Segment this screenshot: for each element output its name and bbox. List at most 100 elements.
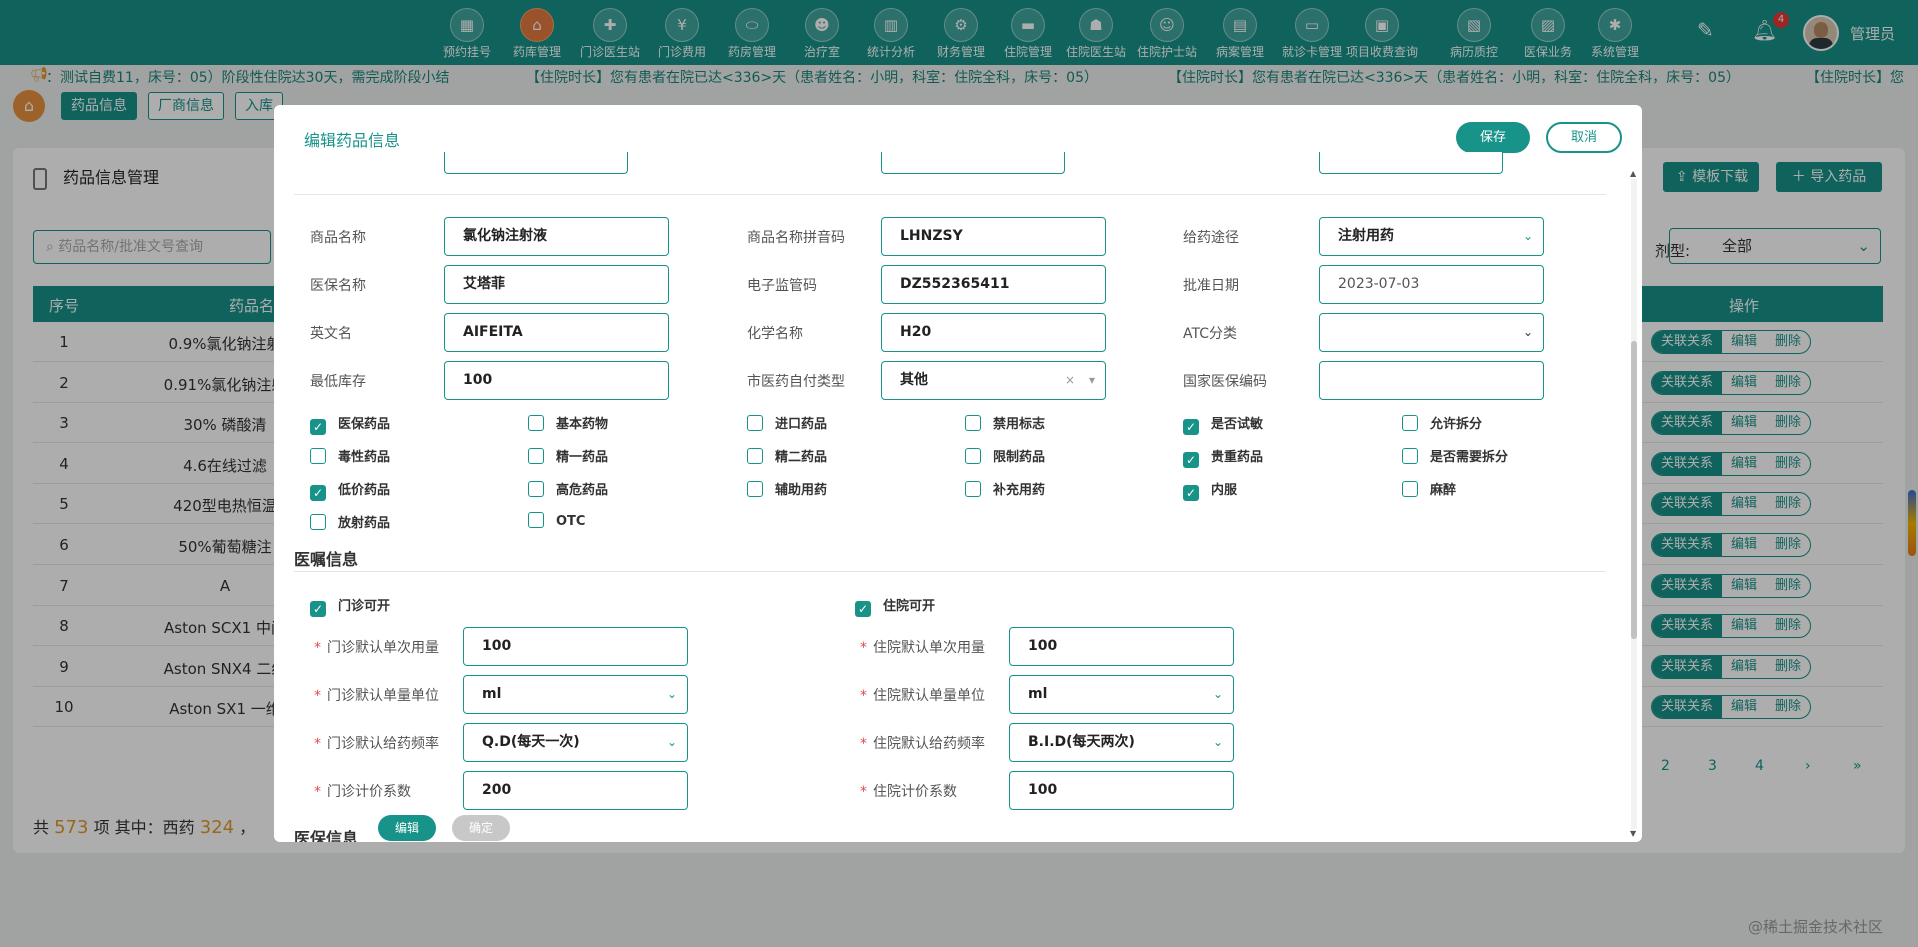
- checkbox-icon: [1402, 415, 1418, 431]
- orders-section-title: 医嘱信息: [294, 550, 359, 569]
- checkbox-label: 进口药品: [775, 417, 828, 432]
- trade-name-input[interactable]: 氯化钠注射液: [444, 217, 669, 256]
- op-price-label: * 门诊计价系数: [314, 784, 411, 800]
- op-price-input[interactable]: 200: [463, 771, 688, 810]
- attribute-checkbox[interactable]: 进口药品: [747, 413, 827, 432]
- checkbox-label: 补充用药: [993, 483, 1046, 498]
- supervision-code-label: 电子监管码: [747, 278, 817, 294]
- checkbox-icon: [528, 481, 544, 497]
- checkbox-label: 是否试敏: [1211, 417, 1264, 432]
- scroll-thumb[interactable]: [1631, 341, 1637, 639]
- edit-drug-modal: 编辑药品信息 保存 取消 商品名称 氯化钠注射液 商品名称拼音码 LHNZSY …: [274, 105, 1642, 842]
- chevron-down-icon: ⌄: [1212, 735, 1223, 749]
- ip-unit-select[interactable]: ml ⌄: [1009, 675, 1234, 714]
- pinyin-input[interactable]: LHNZSY: [881, 217, 1106, 256]
- checkbox-label: 医保药品: [338, 417, 391, 432]
- checkbox-label: 辅助用药: [775, 483, 828, 498]
- pinyin-label: 商品名称拼音码: [747, 230, 845, 246]
- attribute-checkbox[interactable]: 允许拆分: [1402, 413, 1482, 432]
- ip-price-input[interactable]: 100: [1009, 771, 1234, 810]
- self-pay-select[interactable]: 其他 × ▾: [881, 361, 1106, 400]
- checkbox-icon: [747, 481, 763, 497]
- attribute-checkbox[interactable]: 补充用药: [965, 479, 1045, 498]
- attribute-checkbox[interactable]: 麻醉: [1402, 479, 1456, 498]
- supervision-code-input[interactable]: DZ552365411: [881, 265, 1106, 304]
- scrolled-field[interactable]: [881, 152, 1065, 174]
- ip-dose-label: * 住院默认单次用量: [860, 640, 985, 656]
- route-select[interactable]: 注射用药 ⌄: [1319, 217, 1544, 256]
- min-stock-input[interactable]: 100: [444, 361, 669, 400]
- cancel-button[interactable]: 取消: [1546, 122, 1622, 153]
- scroll-down-icon[interactable]: ▼: [1630, 829, 1636, 838]
- chemical-name-input[interactable]: H20: [881, 313, 1106, 352]
- checkbox-label: 低价药品: [338, 483, 391, 498]
- insurance-name-input[interactable]: 艾塔菲: [444, 265, 669, 304]
- clear-icon[interactable]: ×: [1065, 362, 1075, 399]
- chevron-down-icon: ⌄: [666, 735, 677, 749]
- op-freq-label: * 门诊默认给药频率: [314, 736, 439, 752]
- checkbox-label: 内服: [1211, 483, 1238, 498]
- checkbox-icon: [528, 448, 544, 464]
- checkbox-icon: [1402, 481, 1418, 497]
- insurance-confirm-button[interactable]: 确定: [452, 815, 510, 841]
- checkbox-label: 允许拆分: [1430, 417, 1483, 432]
- app-root: ▦ 预约挂号 ⌂ 药库管理 ✚ 门诊医生站 ¥ 门诊费用 ⬭ 药房管理 ☻ 治疗室 ▥ 统计分析 ⚙ 财务管理…: [0, 0, 1918, 947]
- save-button[interactable]: 保存: [1456, 122, 1530, 153]
- checkbox-label: OTC: [556, 514, 586, 529]
- insurance-edit-button[interactable]: 编辑: [378, 815, 436, 841]
- attribute-checkbox[interactable]: OTC: [528, 512, 585, 529]
- divider: [294, 571, 1606, 572]
- attribute-checkbox[interactable]: 是否需要拆分: [1402, 446, 1508, 465]
- chevron-down-icon: ⌄: [1212, 687, 1223, 701]
- op-freq-select[interactable]: Q.D(每天一次) ⌄: [463, 723, 688, 762]
- checkbox-label: 放射药品: [338, 516, 391, 531]
- checkbox-icon: [1402, 448, 1418, 464]
- outpatient-allowed-checkbox[interactable]: ✓ 门诊可开: [310, 595, 390, 617]
- approval-date-label: 批准日期: [1183, 278, 1239, 294]
- ip-price-label: * 住院计价系数: [860, 784, 957, 800]
- attribute-checkbox[interactable]: 禁用标志: [965, 413, 1045, 432]
- atc-label: ATC分类: [1183, 326, 1237, 342]
- checkbox-icon: [747, 415, 763, 431]
- attribute-checkbox[interactable]: ✓ 医保药品: [310, 413, 390, 435]
- ip-freq-label: * 住院默认给药频率: [860, 736, 985, 752]
- attribute-checkbox[interactable]: 辅助用药: [747, 479, 827, 498]
- national-code-label: 国家医保编码: [1183, 374, 1267, 390]
- national-code-input[interactable]: [1319, 361, 1544, 400]
- checkbox-icon: ✓: [310, 419, 326, 435]
- checkbox-icon: [965, 415, 981, 431]
- approval-date-input[interactable]: 2023-07-03: [1319, 265, 1544, 304]
- scroll-up-icon[interactable]: ▲: [1630, 169, 1636, 178]
- attribute-checkbox[interactable]: 高危药品: [528, 479, 608, 498]
- inpatient-allowed-checkbox[interactable]: ✓ 住院可开: [855, 595, 935, 617]
- checkbox-label: 高危药品: [556, 483, 609, 498]
- attribute-checkbox[interactable]: ✓ 内服: [1183, 479, 1237, 501]
- atc-select[interactable]: ⌄: [1319, 313, 1544, 352]
- modal-scrollbar[interactable]: ▲ ▼: [1628, 169, 1640, 838]
- checkbox-icon: ✓: [1183, 485, 1199, 501]
- english-name-input[interactable]: AIFEITA: [444, 313, 669, 352]
- attribute-checkbox[interactable]: 毒性药品: [310, 446, 390, 465]
- ip-dose-input[interactable]: 100: [1009, 627, 1234, 666]
- checkbox-icon: ✓: [1183, 452, 1199, 468]
- divider: [294, 194, 1606, 195]
- attribute-checkbox[interactable]: ✓ 是否试敏: [1183, 413, 1263, 435]
- op-unit-select[interactable]: ml ⌄: [463, 675, 688, 714]
- attribute-checkbox[interactable]: 精一药品: [528, 446, 608, 465]
- insurance-section-title: 医保信息: [294, 829, 359, 842]
- attribute-checkbox[interactable]: ✓ 低价药品: [310, 479, 390, 501]
- chevron-down-icon: ⌄: [1522, 325, 1533, 339]
- attribute-checkbox[interactable]: 放射药品: [310, 512, 390, 531]
- attribute-checkbox[interactable]: 精二药品: [747, 446, 827, 465]
- attribute-checkbox[interactable]: 限制药品: [965, 446, 1045, 465]
- chevron-down-icon: ⌄: [1522, 229, 1533, 243]
- trade-name-label: 商品名称: [310, 230, 366, 246]
- chevron-down-icon: ⌄: [666, 687, 677, 701]
- op-dose-input[interactable]: 100: [463, 627, 688, 666]
- attribute-checkbox[interactable]: ✓ 贵重药品: [1183, 446, 1263, 468]
- scrolled-field[interactable]: [444, 152, 628, 174]
- scrolled-field[interactable]: [1319, 152, 1503, 174]
- attribute-checkbox[interactable]: 基本药物: [528, 413, 608, 432]
- ip-freq-select[interactable]: B.I.D(每天两次) ⌄: [1009, 723, 1234, 762]
- ip-unit-label: * 住院默认单量单位: [860, 688, 985, 704]
